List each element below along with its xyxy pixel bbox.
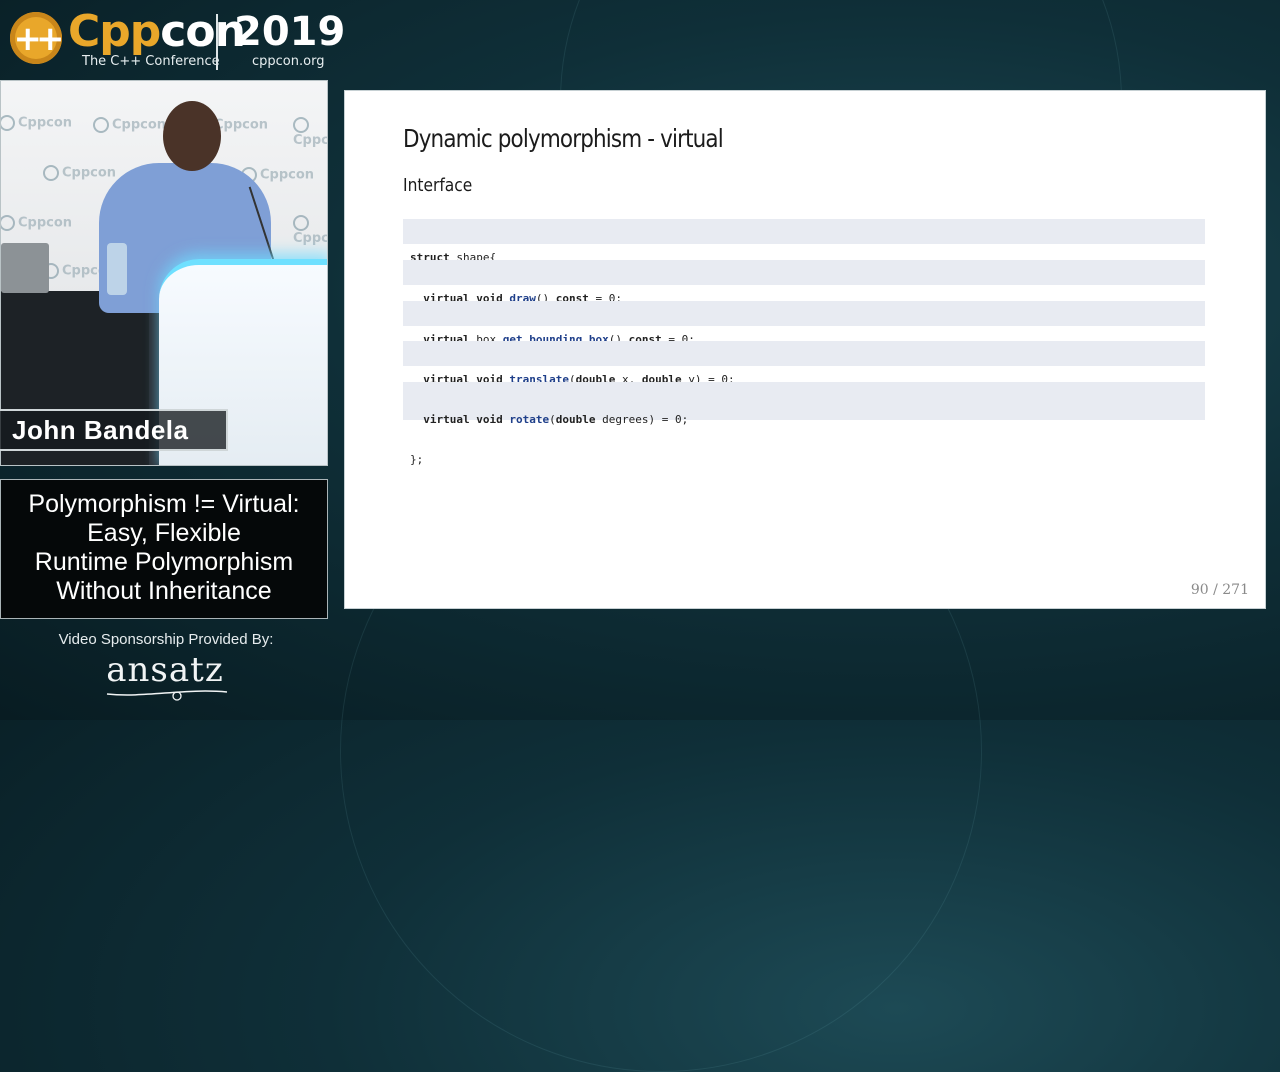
speaker-head — [163, 101, 221, 171]
talk-title: Polymorphism != Virtual: Easy, Flexible … — [0, 479, 328, 619]
conference-website: cppcon.org — [252, 54, 325, 69]
laptop — [1, 243, 49, 293]
backdrop-logo: Cppcon — [1, 115, 72, 131]
slide-title: Dynamic polymorphism - virtual — [403, 124, 724, 153]
speaker-name-lower-third: John Bandela — [0, 409, 228, 451]
backdrop-logo: Cppcon — [293, 117, 327, 148]
conference-name: Cppcon — [68, 6, 246, 57]
logo-divider — [216, 14, 218, 70]
code-block: virtual box get_bounding_box() const = 0… — [403, 301, 1205, 346]
conference-tagline: The C++ Conference — [82, 54, 220, 69]
backdrop-logo-icon — [43, 165, 59, 181]
code-block: virtual void draw() const = 0; — [403, 260, 1205, 305]
slide-subtitle: Interface — [403, 175, 473, 196]
talk-title-line: Polymorphism != Virtual: — [28, 490, 300, 518]
code-block: virtual void rotate(double degrees) = 0;… — [403, 382, 1205, 466]
talk-title-line: Without Inheritance — [56, 577, 272, 605]
sponsor-label: Video Sponsorship Provided By: — [58, 631, 274, 648]
presentation-slide: Dynamic polymorphism - virtual Interface… — [344, 90, 1266, 609]
backdrop-logo-icon — [293, 215, 309, 231]
talk-title-line: Runtime Polymorphism — [34, 548, 294, 576]
sponsor-logo-swash — [106, 690, 228, 701]
code-block: struct shape{ — [403, 219, 1205, 264]
talk-title-line: Easy, Flexible — [87, 519, 241, 547]
backdrop-logo: Cppcon — [293, 215, 327, 246]
backdrop-logo: Cppcon — [93, 117, 166, 133]
code-block: virtual void translate(double x, double … — [403, 341, 1205, 386]
backdrop-logo: Cppcon — [43, 165, 116, 181]
conference-year: 2019 — [234, 9, 346, 55]
backdrop-logo-icon — [93, 117, 109, 133]
backdrop-logo-icon — [1, 215, 15, 231]
backdrop-logo-icon — [1, 115, 15, 131]
cppcon-logo: ++ Cppcon The C++ Conference 2019 cppcon… — [8, 6, 345, 74]
slide-page-number: 90 / 271 — [1190, 582, 1249, 598]
backdrop-logo: Cppcon — [1, 215, 72, 231]
code-line: virtual void rotate(double degrees) = 0; — [423, 413, 689, 426]
cppcon-badge-icon: ++ — [10, 12, 64, 64]
backdrop-logo-icon — [293, 117, 309, 133]
water-bottle — [107, 243, 127, 295]
code-line: }; — [410, 453, 424, 466]
